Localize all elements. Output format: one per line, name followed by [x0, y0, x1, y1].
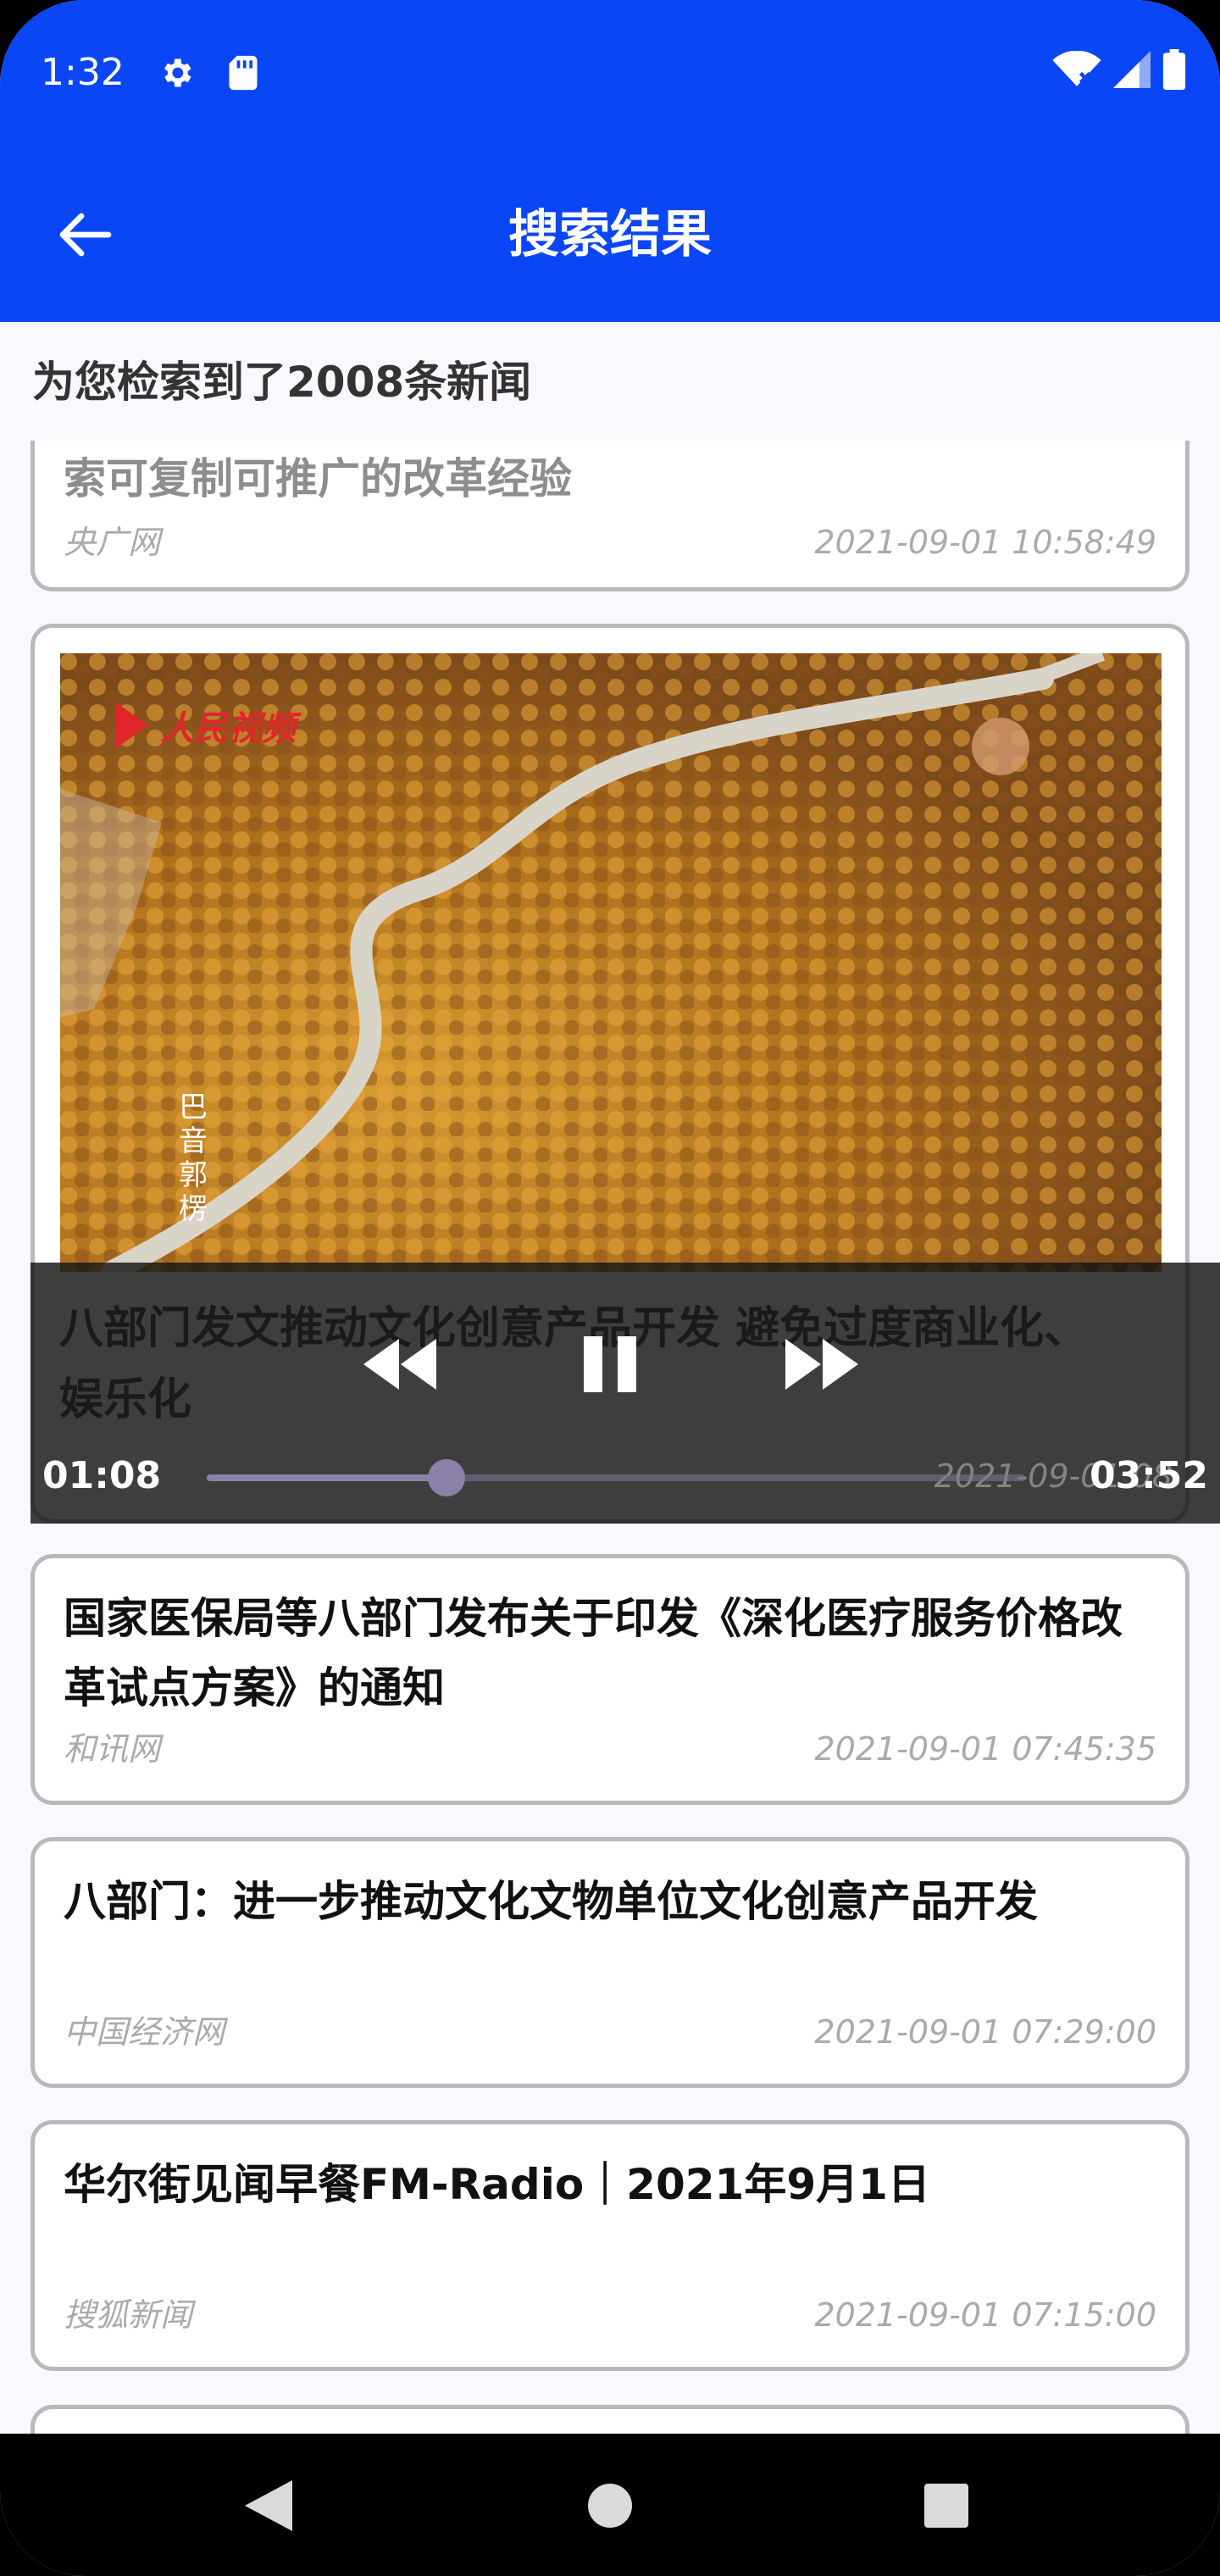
nav-recents-button[interactable]	[908, 2468, 984, 2544]
screen: 1:32 搜索结果 为您检索到了2008条新闻 索可复制可推广的改革经验 央广网…	[0, 0, 1220, 2576]
gear-icon	[164, 58, 191, 87]
news-time: 2021-09-01 10:58:49	[814, 524, 1156, 561]
fast-forward-icon	[785, 1339, 858, 1390]
video-caption: 巴音郭楞	[179, 1091, 208, 1226]
video-controls-overlay[interactable]: 八部门发文推动文化创意产品开发 避免过度商业化、娱乐化 2021-09-01 0…	[30, 1263, 1220, 1524]
nav-home-icon	[588, 2484, 632, 2528]
nav-back-button[interactable]	[230, 2468, 307, 2544]
news-source: 中国经济网	[64, 2013, 225, 2051]
video-player[interactable]: 人民视频 巴音郭楞	[60, 653, 1162, 1272]
news-time: 2021-09-01 07:29:00	[814, 2013, 1156, 2051]
rewind-icon	[363, 1339, 436, 1390]
sd-card-icon	[229, 55, 258, 91]
current-time: 01:08	[42, 1454, 162, 1497]
page-title: 搜索结果	[508, 205, 712, 264]
system-nav-bar	[0, 2434, 1220, 2576]
duration-time: 03:52	[1089, 1454, 1208, 1497]
nav-home-button[interactable]	[572, 2468, 648, 2544]
seek-bar[interactable]	[207, 1459, 1025, 1496]
news-title: 索可复制可推广的改革经验	[64, 454, 572, 503]
news-source: 搜狐新闻	[64, 2296, 193, 2334]
news-card[interactable]: 华尔街见闻早餐FM-Radio｜2021年9月1日 搜狐新闻 2021-09-0…	[30, 2120, 1190, 2371]
news-source: 央广网	[64, 524, 161, 561]
news-title: 国家医保局等八部门发布关于印发《深化医疗服务价格改革试点方案》的通知	[64, 1594, 1123, 1713]
pause-icon	[584, 1336, 636, 1392]
seek-thumb[interactable]	[428, 1459, 466, 1496]
news-card[interactable]: 索可复制可推广的改革经验 央广网 2021-09-01 10:58:49	[30, 441, 1190, 591]
pause-button[interactable]	[569, 1330, 651, 1398]
news-time: 2021-09-01 07:45:35	[814, 1730, 1156, 1768]
video-watermark: 人民视频	[160, 708, 296, 748]
nav-recents-icon	[924, 2484, 968, 2528]
signal-icon	[1113, 51, 1151, 88]
news-title: 八部门：进一步推动文化文物单位文化创意产品开发	[64, 1877, 1038, 1926]
result-count: 为您检索到了2008条新闻	[32, 358, 532, 407]
seek-progress	[207, 1474, 447, 1481]
fast-forward-button[interactable]	[781, 1330, 862, 1398]
news-time: 2021-09-01 07:15:00	[814, 2296, 1156, 2334]
news-title: 华尔街见闻早餐FM-Radio｜2021年9月1日	[64, 2160, 930, 2209]
battery-icon	[1162, 49, 1186, 90]
wifi-icon	[1052, 51, 1101, 86]
news-card[interactable]: 八部门：进一步推动文化文物单位文化创意产品开发 中国经济网 2021-09-01…	[30, 1837, 1190, 2088]
status-icons	[1052, 49, 1186, 90]
rewind-button[interactable]	[359, 1330, 441, 1398]
news-card[interactable]: 国家医保局等八部门发布关于印发《深化医疗服务价格改革试点方案》的通知 和讯网 2…	[30, 1554, 1190, 1805]
status-time: 1:32	[41, 51, 125, 94]
app-bar: 1:32 搜索结果	[0, 0, 1220, 322]
nav-back-icon	[245, 2480, 292, 2531]
news-source: 和讯网	[64, 1730, 161, 1768]
